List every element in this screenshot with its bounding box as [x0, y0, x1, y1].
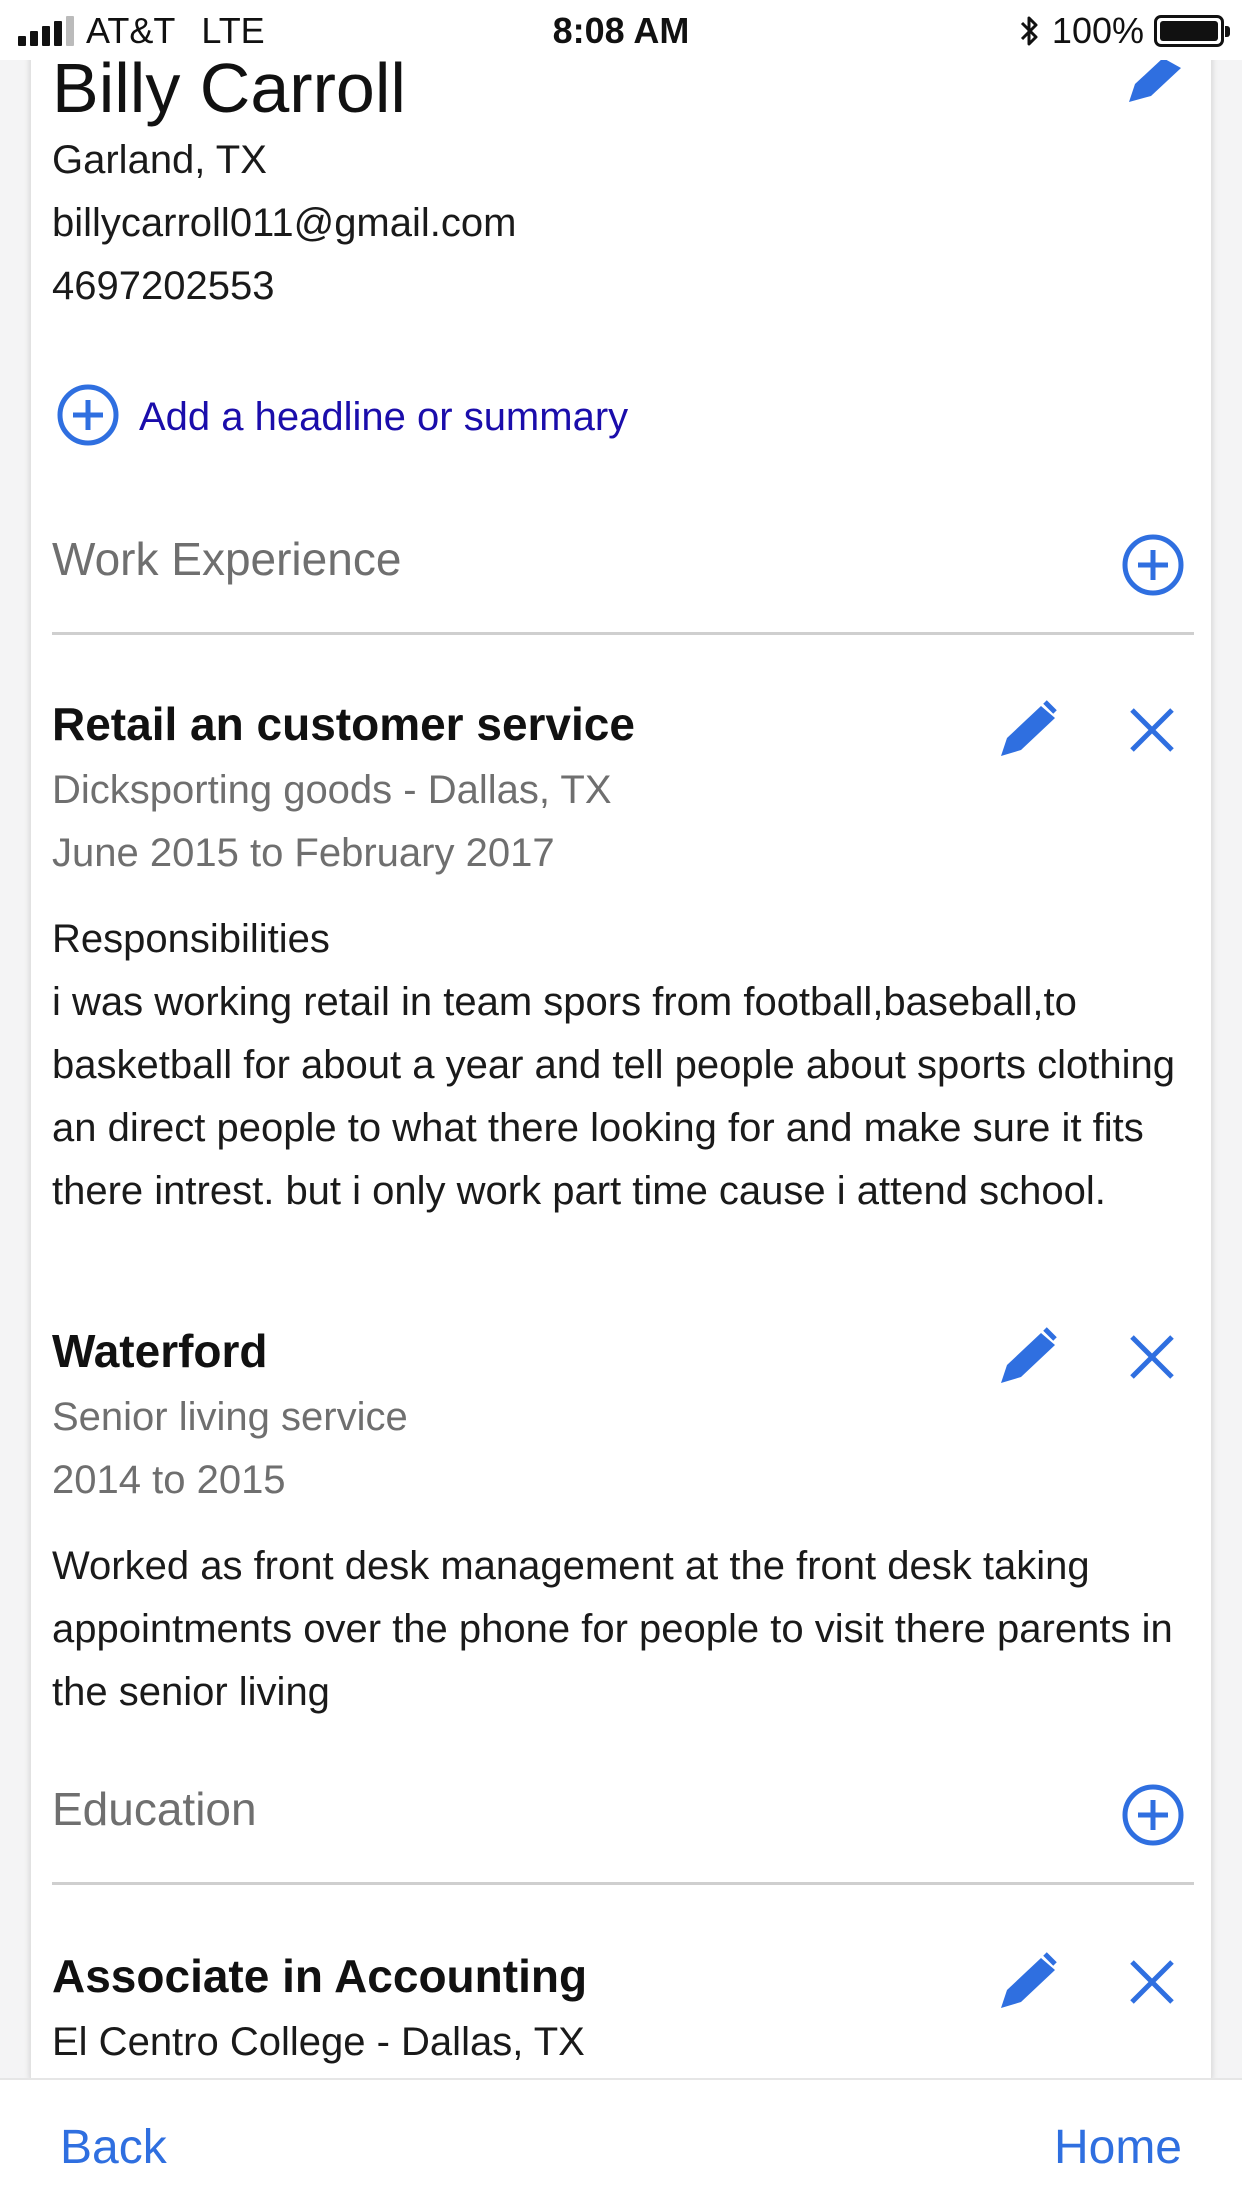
delete-job-close-icon[interactable]	[1126, 1331, 1178, 1383]
edit-profile-pencil-icon[interactable]	[1123, 58, 1185, 108]
job-title: Waterford	[52, 1325, 268, 1377]
delete-education-close-icon[interactable]	[1126, 1956, 1178, 2008]
delete-job-close-icon[interactable]	[1126, 704, 1178, 756]
back-button[interactable]: Back	[60, 2120, 167, 2175]
resume-card: Billy Carroll Garland, TX billycarroll01…	[30, 0, 1212, 2080]
battery-icon	[1154, 15, 1230, 47]
job-dates: 2014 to 2015	[52, 1458, 286, 1502]
status-bar: AT&T LTE 8:08 AM 100%	[0, 0, 1242, 60]
job-company: Dicksporting goods - Dallas, TX	[52, 768, 612, 812]
add-education-plus-icon[interactable]	[1121, 1783, 1185, 1847]
education-heading: Education	[52, 1783, 257, 1835]
profile-email: billycarroll011@gmail.com	[52, 201, 517, 245]
education-degree: Associate in Accounting	[52, 1950, 588, 2002]
edit-job-pencil-icon[interactable]	[997, 1327, 1057, 1385]
edit-job-pencil-icon[interactable]	[997, 700, 1057, 758]
add-headline-plus-icon[interactable]	[56, 383, 120, 447]
education-school: El Centro College - Dallas, TX	[52, 2020, 585, 2064]
bottom-nav-bar: Back Home	[0, 2078, 1242, 2208]
job-company: Senior living service	[52, 1395, 408, 1439]
job-title: Retail an customer service	[52, 698, 635, 750]
edit-education-pencil-icon[interactable]	[997, 1952, 1057, 2010]
job-description: i was working retail in team spors from …	[52, 980, 1175, 1213]
profile-phone: 4697202553	[52, 264, 275, 308]
education-divider	[52, 1882, 1194, 1885]
profile-name: Billy Carroll	[52, 49, 406, 127]
bluetooth-icon	[1018, 14, 1042, 48]
job-description-heading: Responsibilities	[52, 917, 330, 961]
battery-percent: 100%	[1051, 10, 1144, 51]
job-description: Worked as front desk management at the f…	[52, 1544, 1173, 1714]
work-experience-heading: Work Experience	[52, 533, 402, 585]
job-dates: June 2015 to February 2017	[52, 831, 555, 875]
home-button[interactable]: Home	[1054, 2120, 1182, 2175]
add-headline-link[interactable]: Add a headline or summary	[139, 395, 628, 440]
work-experience-divider	[52, 632, 1194, 635]
add-work-experience-plus-icon[interactable]	[1121, 533, 1185, 597]
profile-location: Garland, TX	[52, 138, 267, 182]
status-right: 100%	[1018, 10, 1230, 52]
